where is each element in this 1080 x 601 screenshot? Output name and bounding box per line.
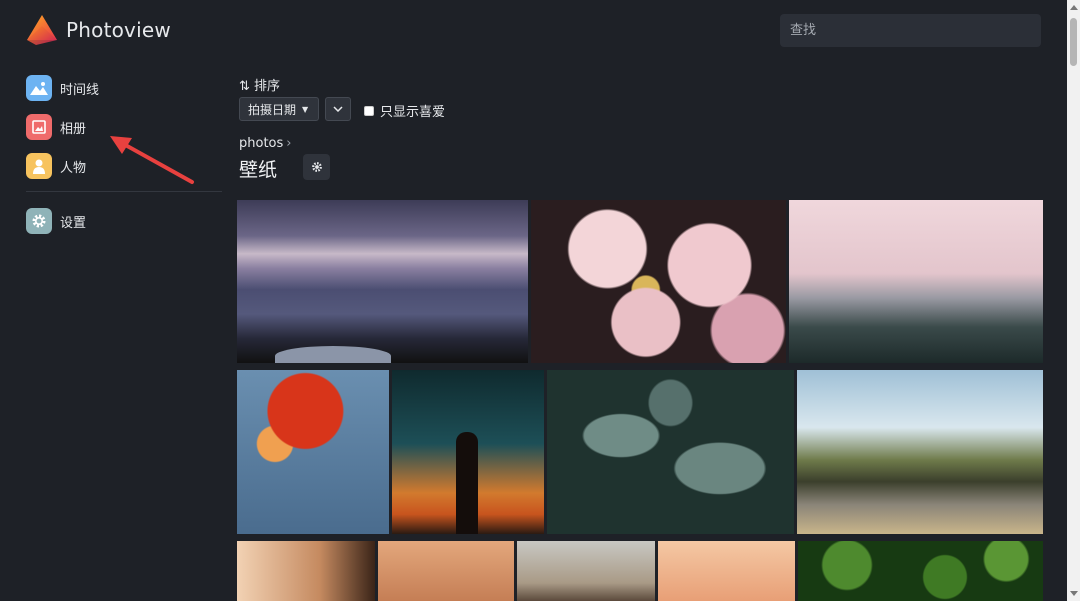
- sidebar-item-label: 人物: [60, 160, 87, 176]
- photo-thumbnail[interactable]: [797, 370, 1043, 534]
- annotation-arrow-icon: [110, 136, 194, 184]
- photo-thumbnail[interactable]: [237, 200, 528, 363]
- photo-thumbnail[interactable]: [531, 200, 786, 363]
- photo-thumbnail[interactable]: [798, 541, 1043, 601]
- photo-thumbnail[interactable]: [517, 541, 655, 601]
- photo-thumbnail[interactable]: [547, 370, 794, 534]
- app-logo[interactable]: Photoview: [26, 14, 171, 46]
- photo-thumbnail[interactable]: [658, 541, 795, 601]
- photo-thumbnail[interactable]: [237, 541, 375, 601]
- scroll-up-icon[interactable]: [1070, 5, 1078, 10]
- sort-select[interactable]: 拍摄日期 ▼: [239, 97, 319, 121]
- breadcrumb: photos ›: [239, 136, 291, 151]
- caret-down-icon: ▼: [302, 104, 309, 114]
- sort-label-text: 排序: [254, 79, 281, 94]
- timeline-icon: [26, 75, 52, 101]
- chevron-down-icon: [333, 106, 343, 112]
- scrollbar-thumb[interactable]: [1070, 18, 1077, 66]
- sort-select-value: 拍摄日期: [248, 102, 297, 117]
- gear-icon: [311, 162, 322, 172]
- people-icon: [26, 153, 52, 179]
- album-title: 壁纸: [239, 159, 278, 181]
- sidebar-item-timeline[interactable]: 时间线: [26, 74, 222, 102]
- silhouette-shape: [456, 432, 478, 534]
- breadcrumb-separator: ›: [286, 136, 292, 151]
- favorites-only-label: 只显示喜爱: [380, 105, 446, 120]
- boat-shape: [275, 346, 391, 363]
- sort-arrows-icon: ⇅: [239, 79, 250, 94]
- sidebar-item-label: 相册: [60, 121, 87, 137]
- photo-thumbnail[interactable]: [392, 370, 544, 534]
- photo-thumbnail[interactable]: [789, 200, 1043, 363]
- page-scrollbar[interactable]: [1067, 0, 1080, 601]
- photo-thumbnail[interactable]: [378, 541, 514, 601]
- photo-thumbnail[interactable]: [237, 370, 389, 534]
- scroll-down-icon[interactable]: [1070, 591, 1078, 596]
- album-icon: [26, 114, 52, 140]
- favorites-only-checkbox[interactable]: 只显示喜爱: [364, 101, 445, 120]
- photoview-logo-icon: [27, 15, 57, 45]
- app-title: Photoview: [66, 18, 171, 42]
- checkbox-box[interactable]: [364, 105, 374, 116]
- sidebar-item-settings[interactable]: 设置: [26, 207, 222, 235]
- album-settings-button[interactable]: [303, 154, 330, 180]
- sidebar-item-label: 时间线: [60, 82, 100, 98]
- breadcrumb-link-photos[interactable]: photos: [239, 136, 283, 151]
- sidebar-item-label: 设置: [60, 215, 87, 231]
- search-input[interactable]: [780, 14, 1041, 47]
- sort-order-button[interactable]: [325, 97, 351, 121]
- gear-icon: [26, 208, 52, 234]
- sort-label: ⇅ 排序: [239, 75, 280, 94]
